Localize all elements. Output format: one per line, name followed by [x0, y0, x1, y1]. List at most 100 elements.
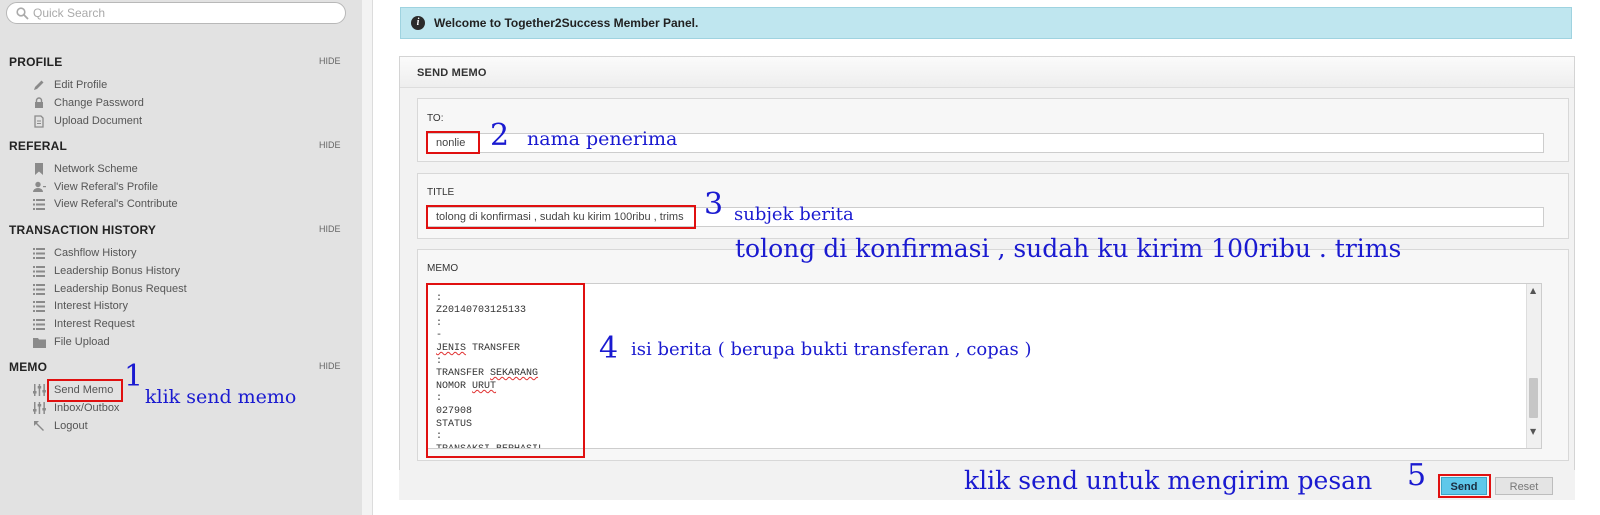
memo-line: : [436, 292, 443, 304]
annotation-text-4: isi berita ( berupa bukti transferan , c… [631, 339, 1032, 360]
folder-icon [32, 335, 46, 349]
nav-cashflow-history[interactable]: Cashflow History [32, 245, 137, 261]
memo-line: : [436, 393, 443, 405]
list-icon [32, 246, 46, 260]
annotation-text-3b: tolong di konfirmasi , sudah ku kirim 10… [735, 234, 1402, 263]
section-title-referal: REFERAL [9, 139, 68, 153]
annotation-step-3: 3 [704, 187, 724, 222]
nav-view-referal-profile[interactable]: View Referal's Profile [32, 179, 158, 195]
memo-line: Z20140703125133 [436, 305, 527, 317]
annotation-text-5: klik send untuk mengirim pesan [964, 466, 1373, 495]
memo-textarea[interactable]: : Z20140703125133: - JENIS TRANSFER: TRANSFE… [426, 283, 1542, 449]
sidebar-splitter[interactable] [362, 0, 373, 515]
nav-label: Interest Request [54, 318, 135, 330]
nav-label: Send Memo [54, 384, 114, 396]
pencil-icon [32, 78, 46, 92]
title-field-group: TITLE [417, 173, 1569, 239]
nav-file-upload[interactable]: File Upload [32, 334, 110, 350]
nav-logout[interactable]: Logout [32, 418, 88, 434]
annotation-text-1: klik send memo [145, 386, 297, 408]
memo-line [436, 284, 544, 293]
memo-line: STATUS [436, 418, 473, 430]
nav-label: File Upload [54, 336, 110, 348]
sliders-icon [32, 383, 46, 397]
annotation-step-4: 4 [599, 331, 619, 366]
title-label: TITLE [427, 187, 455, 198]
user-icon [32, 180, 46, 194]
reset-button[interactable]: Reset [1495, 477, 1553, 495]
welcome-text: Welcome to Together2Success Member Panel… [434, 16, 699, 30]
list-icon [32, 299, 46, 313]
search-icon [16, 7, 29, 20]
nav-send-memo[interactable]: Send Memo [32, 382, 113, 398]
nav-label: Leadership Bonus Request [54, 283, 187, 295]
annotation-text-3: subjek berita [734, 204, 854, 225]
hide-transaction-history-button[interactable]: HIDE [319, 224, 341, 234]
memo-line: : [436, 355, 443, 367]
to-label: TO: [427, 113, 444, 124]
scroll-up-icon[interactable]: ▲ [1530, 286, 1536, 295]
memo-line: - [436, 330, 443, 342]
memo-content: : Z20140703125133: - JENIS TRANSFER: TRANSFE… [436, 284, 544, 448]
lock-icon [32, 96, 46, 110]
list-icon [32, 282, 46, 296]
nav-leadership-bonus-history[interactable]: Leadership Bonus History [32, 263, 180, 279]
quick-search[interactable] [6, 2, 346, 24]
nav-label: Change Password [54, 97, 144, 109]
list-icon [32, 264, 46, 278]
memo-line: TRANSFER SEKARANG [436, 368, 539, 380]
nav-view-referal-contribute[interactable]: View Referal's Contribute [32, 196, 178, 212]
section-title-memo: MEMO [9, 360, 48, 374]
nav-interest-history[interactable]: Interest History [32, 298, 128, 314]
annotation-step-5: 5 [1407, 458, 1427, 493]
bookmark-icon [32, 162, 46, 176]
info-icon: i [411, 16, 425, 30]
nav-label: Leadership Bonus History [54, 265, 180, 277]
nav-label: Logout [54, 420, 88, 432]
annotation-step-1: 1 [124, 359, 144, 394]
welcome-alert: i Welcome to Together2Success Member Pan… [400, 7, 1572, 39]
nav-leadership-bonus-request[interactable]: Leadership Bonus Request [32, 281, 187, 297]
sidebar: PROFILE HIDE Edit Profile Change Passwor… [0, 0, 363, 515]
memo-line: 027908 [436, 405, 473, 417]
list-icon [32, 317, 46, 331]
memo-line: : [436, 317, 443, 329]
nav-label: Inbox/Outbox [54, 402, 120, 414]
sliders-icon [32, 401, 46, 415]
memo-scrollbar[interactable]: ▲ ▼ [1526, 284, 1541, 448]
send-button[interactable]: Send [1441, 477, 1487, 495]
hide-memo-button[interactable]: HIDE [319, 361, 341, 371]
scroll-thumb[interactable] [1529, 378, 1538, 418]
document-icon [32, 114, 46, 128]
nav-label: Edit Profile [54, 79, 108, 91]
memo-line: : [436, 431, 443, 443]
memo-line: NOMOR URUT [436, 380, 497, 392]
list-icon [32, 197, 46, 211]
nav-label: Network Scheme [54, 163, 138, 175]
panel-title: SEND MEMO [417, 67, 487, 79]
title-input[interactable]: tolong di konfirmasi , sudah ku kirim 10… [427, 207, 1544, 227]
nav-change-password[interactable]: Change Password [32, 95, 144, 111]
nav-edit-profile[interactable]: Edit Profile [32, 77, 107, 93]
scroll-down-icon[interactable]: ▼ [1530, 427, 1536, 436]
section-title-profile: PROFILE [9, 55, 63, 69]
search-input[interactable] [33, 5, 333, 21]
nav-interest-request[interactable]: Interest Request [32, 316, 135, 332]
section-title-transaction-history: TRANSACTION HISTORY [9, 223, 157, 237]
memo-label: MEMO [427, 263, 459, 274]
nav-label: Interest History [54, 300, 128, 312]
hide-profile-button[interactable]: HIDE [319, 56, 341, 66]
nav-label: Cashflow History [54, 247, 137, 259]
nav-network-scheme[interactable]: Network Scheme [32, 161, 138, 177]
annotation-text-2: nama penerima [527, 128, 678, 150]
hide-referal-button[interactable]: HIDE [319, 140, 341, 150]
nav-label: View Referal's Contribute [54, 198, 178, 210]
annotation-step-2: 2 [490, 118, 510, 153]
memo-line: JENIS TRANSFER [436, 342, 521, 354]
memo-line: TRANSAKSI BERHASIL [436, 444, 544, 448]
nav-inbox-outbox[interactable]: Inbox/Outbox [32, 400, 119, 416]
panel-header: SEND MEMO [400, 57, 1574, 88]
nav-upload-document[interactable]: Upload Document [32, 113, 142, 129]
nav-label: View Referal's Profile [54, 181, 158, 193]
nav-label: Upload Document [54, 115, 143, 127]
